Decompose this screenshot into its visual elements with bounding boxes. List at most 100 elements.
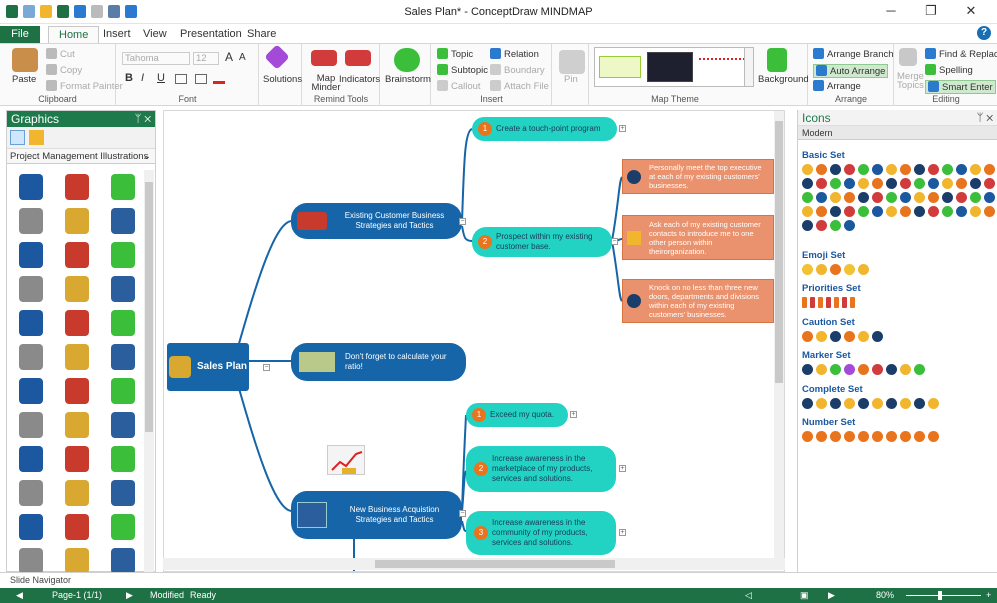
play-icon[interactable]: ▶ xyxy=(828,588,835,603)
complete-set-icon[interactable] xyxy=(802,398,813,409)
complete-set-icon[interactable] xyxy=(886,398,897,409)
basic-set-icon[interactable] xyxy=(858,178,869,189)
graphic-thumbnail[interactable] xyxy=(59,478,95,508)
community-topic[interactable]: 3 Increase awareness in the community of… xyxy=(466,511,616,555)
basic-set-icon[interactable] xyxy=(886,164,897,175)
number-set-icon[interactable] xyxy=(900,431,911,442)
library-icon[interactable] xyxy=(29,130,44,145)
graphic-thumbnail[interactable] xyxy=(59,512,95,542)
map-minder-button[interactable]: Map Minder xyxy=(311,74,341,93)
minimize-button[interactable]: ─ xyxy=(871,3,911,19)
basic-set-icon[interactable] xyxy=(942,192,953,203)
basic-set-icon[interactable] xyxy=(914,178,925,189)
theme-gallery[interactable] xyxy=(594,47,752,87)
basic-set-icon[interactable] xyxy=(900,164,911,175)
basic-set-icon[interactable] xyxy=(844,164,855,175)
graphic-thumbnail[interactable] xyxy=(59,444,95,474)
graphics-scrollbar[interactable] xyxy=(144,170,154,572)
number-set-icon[interactable] xyxy=(858,431,869,442)
zoom-slider-thumb[interactable] xyxy=(938,591,942,600)
basic-set-icon[interactable] xyxy=(886,206,897,217)
boundary-button[interactable]: Boundary xyxy=(490,64,545,76)
caution-set-icon[interactable] xyxy=(816,331,827,342)
marketplace-topic[interactable]: 2 Increase awareness in the marketplace … xyxy=(466,446,616,492)
chart-graphic-icon[interactable] xyxy=(327,445,365,475)
slide-navigator[interactable]: Slide Navigator xyxy=(0,572,997,587)
ask-note-topic[interactable]: Ask each of my existing customer contact… xyxy=(622,215,774,260)
basic-set-icon[interactable] xyxy=(830,164,841,175)
basic-set-icon[interactable] xyxy=(956,192,967,203)
brainstorm-button[interactable]: Brainstorm xyxy=(385,74,431,85)
basic-set-icon[interactable] xyxy=(872,164,883,175)
graphic-thumbnail[interactable] xyxy=(13,444,49,474)
basic-set-icon[interactable] xyxy=(872,206,883,217)
basic-set-icon[interactable] xyxy=(928,178,939,189)
graphic-thumbnail[interactable] xyxy=(105,308,141,338)
basic-set-icon[interactable] xyxy=(816,220,827,231)
caution-set-icon[interactable] xyxy=(802,331,813,342)
complete-set-icon[interactable] xyxy=(816,398,827,409)
basic-set-icon[interactable] xyxy=(844,192,855,203)
basic-set-icon[interactable] xyxy=(914,164,925,175)
attach-file-button[interactable]: Attach File xyxy=(490,80,549,92)
knock-note-topic[interactable]: Knock on no less than three new doors, d… xyxy=(622,279,774,323)
priorities-set-icon[interactable] xyxy=(818,297,823,308)
basic-set-icon[interactable] xyxy=(844,206,855,217)
caution-set-icon[interactable] xyxy=(830,331,841,342)
grow-font-button[interactable]: A xyxy=(225,50,233,64)
basic-set-icon[interactable] xyxy=(872,192,883,203)
collapse-toggle[interactable]: − xyxy=(459,218,466,225)
basic-set-icon[interactable] xyxy=(816,178,827,189)
graphic-thumbnail[interactable] xyxy=(13,206,49,236)
align-icon[interactable] xyxy=(175,74,187,84)
share-icon[interactable]: ◁ xyxy=(745,588,752,603)
graphic-thumbnail[interactable] xyxy=(59,342,95,372)
complete-set-icon[interactable] xyxy=(872,398,883,409)
marker-set-icon[interactable] xyxy=(872,364,883,375)
basic-set-icon[interactable] xyxy=(900,206,911,217)
basic-set-icon[interactable] xyxy=(942,178,953,189)
font-family-select[interactable]: Tahoma xyxy=(122,52,190,65)
find-replace-button[interactable]: Find & Replace xyxy=(925,48,997,60)
theme-thumb-3[interactable] xyxy=(699,58,745,76)
complete-set-icon[interactable] xyxy=(830,398,841,409)
zoom-in-icon[interactable]: + xyxy=(986,588,991,603)
expand-toggle[interactable]: + xyxy=(619,529,626,536)
pin-button[interactable]: Pin xyxy=(564,74,578,85)
basic-set-icon[interactable] xyxy=(984,206,995,217)
marker-set-icon[interactable] xyxy=(886,364,897,375)
zoom-slider[interactable] xyxy=(906,595,981,596)
basic-set-icon[interactable] xyxy=(802,164,813,175)
complete-set-icon[interactable] xyxy=(914,398,925,409)
basic-set-icon[interactable] xyxy=(802,206,813,217)
canvas-horizontal-scrollbar[interactable] xyxy=(163,558,785,570)
marker-set-icon[interactable] xyxy=(802,364,813,375)
fill-icon[interactable] xyxy=(195,74,207,84)
basic-set-icon[interactable] xyxy=(956,178,967,189)
italic-button[interactable]: I xyxy=(141,72,144,84)
marker-set-icon[interactable] xyxy=(844,364,855,375)
marker-set-icon[interactable] xyxy=(830,364,841,375)
new-business-topic[interactable]: New Business Acquistion Strategies and T… xyxy=(291,491,462,539)
graphic-thumbnail[interactable] xyxy=(13,240,49,270)
basic-set-icon[interactable] xyxy=(802,178,813,189)
view-mode-icon[interactable]: ▣ xyxy=(800,588,809,603)
basic-set-icon[interactable] xyxy=(928,164,939,175)
graphic-thumbnail[interactable] xyxy=(59,376,95,406)
number-set-icon[interactable] xyxy=(816,431,827,442)
font-size-select[interactable]: 12 xyxy=(193,52,219,65)
graphic-thumbnail[interactable] xyxy=(105,512,141,542)
callout-button[interactable]: Callout xyxy=(437,80,481,92)
visit-note-topic[interactable]: Personally meet the top executive at eac… xyxy=(622,159,774,194)
expand-toggle[interactable]: + xyxy=(619,125,626,132)
graphic-thumbnail[interactable] xyxy=(105,444,141,474)
number-set-icon[interactable] xyxy=(914,431,925,442)
emoji-set-icon[interactable] xyxy=(858,264,869,275)
expand-toggle[interactable]: + xyxy=(570,411,577,418)
existing-customer-topic[interactable]: Existing Customer Business Strategies an… xyxy=(291,203,462,239)
basic-set-icon[interactable] xyxy=(970,206,981,217)
number-set-icon[interactable] xyxy=(830,431,841,442)
tab-share[interactable]: Share xyxy=(237,26,286,43)
basic-set-icon[interactable] xyxy=(830,178,841,189)
priorities-set-icon[interactable] xyxy=(842,297,847,308)
